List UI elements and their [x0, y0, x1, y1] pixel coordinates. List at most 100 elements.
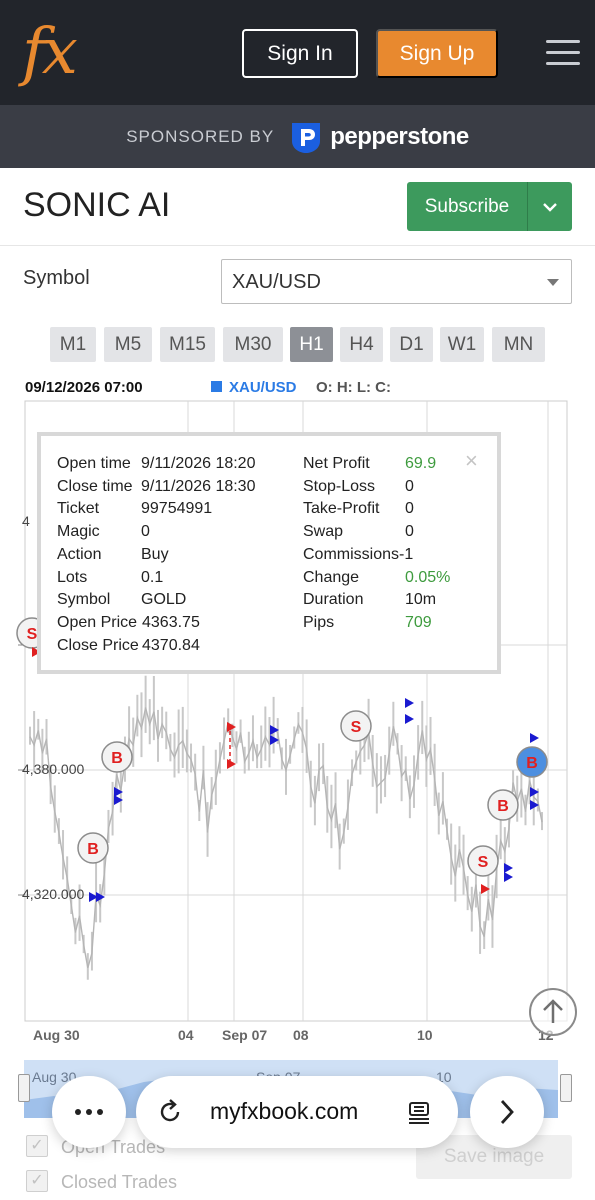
tooltip-key: Duration [303, 591, 364, 609]
tooltip-value: 0 [405, 523, 414, 541]
chart-datetime: 09/12/2026 07:00 [25, 379, 143, 396]
x-tick-label: 04 [178, 1027, 194, 1043]
browser-address-bar[interactable]: myfxbook.com [136, 1076, 458, 1148]
reader-icon[interactable] [406, 1100, 432, 1126]
more-dots-icon [75, 1109, 103, 1115]
arrow-up-icon [543, 999, 563, 1023]
marker-label: B [87, 841, 99, 858]
timeframe-mn[interactable]: MN [492, 327, 545, 362]
tooltip-value: 9/11/2026 18:20 [141, 455, 256, 472]
hamburger-menu-icon[interactable] [546, 40, 580, 66]
trade-marker-sell: S [340, 710, 372, 742]
tooltip-value: Buy [141, 545, 169, 563]
tooltip-key: Open time [57, 455, 131, 472]
tooltip-value: 709 [405, 613, 432, 631]
x-axis-labels: Aug 30 04 Sep 07 08 10 12 [33, 1027, 554, 1043]
trade-tooltip: × Open time 9/11/2026 18:20 Close time 9/11… [37, 432, 501, 674]
subscribe-button[interactable]: Subscribe [407, 182, 527, 231]
tooltip-key: Symbol [57, 591, 111, 609]
tooltip-key: Open Price [57, 613, 138, 631]
logo-text: fx [22, 15, 78, 89]
marker-label: S [27, 626, 38, 643]
sponsor-banner[interactable]: SPONSORED BY pepperstone [0, 105, 595, 168]
tooltip-value: 9/11/2026 18:30 [141, 477, 256, 495]
closed-trades-label: Closed Trades [61, 1172, 178, 1192]
y-tick-label: 4,320.000 [22, 886, 84, 902]
tooltip-value: 10m [405, 591, 437, 609]
marker-label: B [111, 750, 123, 767]
tooltip-value: 0 [405, 477, 414, 495]
symbol-select[interactable]: XAU/USD [221, 259, 572, 304]
tooltip-value: 69.9 [405, 455, 437, 472]
ohlc-label: O: H: L: C: [316, 379, 391, 396]
tooltip-value: 0 [141, 523, 150, 541]
timeframe-h4[interactable]: H4 [340, 327, 383, 362]
trade-marker-buy: B [487, 789, 519, 821]
tooltip-value: GOLD [141, 591, 187, 609]
top-navbar: fx Sign In Sign Up [0, 0, 595, 105]
tooltip-value: 0.1 [141, 568, 164, 586]
timeframe-m1[interactable]: M1 [50, 327, 96, 362]
tooltip-key: Commissions-1 [303, 545, 414, 563]
timeframe-w1[interactable]: W1 [440, 327, 484, 362]
tooltip-key: Magic [57, 523, 100, 541]
symbol-select-value: XAU/USD [232, 271, 321, 293]
reload-icon[interactable] [156, 1098, 184, 1126]
chevron-down-icon[interactable] [527, 182, 572, 231]
tooltip-key: Take-Profit [303, 500, 380, 518]
tooltip-key: Lots [57, 568, 88, 586]
chevron-right-icon [500, 1100, 514, 1124]
subscribe-split-button[interactable]: Subscribe [407, 182, 572, 231]
tooltip-value: 0 [405, 500, 414, 518]
open-trades-checkbox[interactable]: ✓ [26, 1135, 48, 1157]
x-tick-label: Aug 30 [33, 1027, 80, 1043]
x-tick-label: 10 [417, 1027, 433, 1043]
y-tick-label: 4 [22, 513, 30, 529]
marker-label: S [351, 719, 362, 736]
chart-symbol-label: XAU/USD [229, 379, 297, 396]
sponsor-brand: pepperstone [330, 122, 469, 150]
url-text: myfxbook.com [210, 1098, 359, 1124]
title-row: SONIC AI Subscribe [0, 168, 595, 246]
marker-label: S [478, 854, 489, 871]
tooltip-key: Close time [57, 477, 133, 495]
sign-in-button[interactable]: Sign In [242, 29, 358, 78]
tooltip-value: 0.05% [405, 568, 451, 586]
series-color-swatch [211, 381, 222, 392]
timeframe-m5[interactable]: M5 [104, 327, 152, 362]
timeframe-h1[interactable]: H1 [290, 327, 333, 362]
tooltip-key: Close Price [57, 636, 139, 654]
tooltip-value: 4363.75 [142, 613, 200, 631]
symbol-label: Symbol [23, 267, 90, 289]
x-tick-label: 08 [293, 1027, 309, 1043]
tooltip-key: Ticket [57, 500, 100, 518]
timeframe-m15[interactable]: M15 [160, 327, 215, 362]
tooltip-key: Action [57, 545, 102, 563]
sign-up-button[interactable]: Sign Up [376, 29, 498, 78]
trade-marker-buy: B [77, 832, 109, 864]
tooltip-key: Swap [303, 523, 344, 541]
timeframe-m30[interactable]: M30 [223, 327, 283, 362]
timeframe-d1[interactable]: D1 [390, 327, 433, 362]
dropdown-caret-icon [547, 279, 559, 286]
trade-marker-sell: S [467, 845, 499, 877]
tooltip-value: 99754991 [141, 500, 213, 518]
tooltip-value: 4370.84 [142, 636, 200, 654]
tooltip-key: Change [303, 568, 360, 586]
closed-trades-checkbox[interactable]: ✓ [26, 1170, 48, 1192]
x-tick-label: Sep 07 [222, 1027, 267, 1043]
fx-logo[interactable]: fx [22, 10, 92, 94]
tooltip-key: Stop-Loss [303, 477, 376, 495]
tooltip-key: Pips [303, 613, 335, 631]
trade-marker-buy: B [516, 746, 548, 778]
trade-marker-buy: B [101, 741, 133, 773]
navigator-handle-left[interactable] [18, 1074, 30, 1102]
navigator-handle-right[interactable] [560, 1074, 572, 1102]
browser-more-button[interactable] [52, 1076, 126, 1148]
marker-label: B [526, 755, 538, 772]
page-title: SONIC AI [23, 186, 171, 224]
scroll-top-button[interactable] [529, 988, 577, 1036]
close-icon[interactable]: × [465, 450, 478, 472]
browser-forward-button[interactable] [470, 1076, 544, 1148]
sponsored-by-label: SPONSORED BY [126, 126, 275, 146]
